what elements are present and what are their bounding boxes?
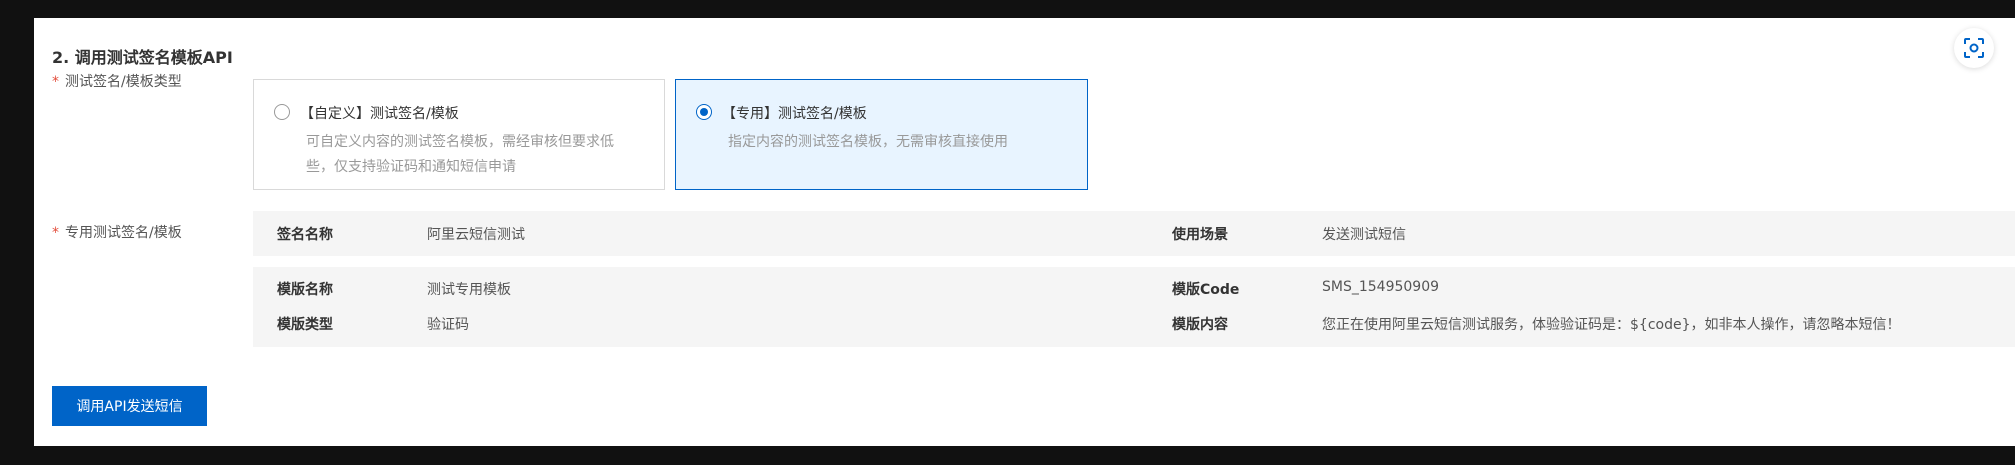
section-title: 2. 调用测试签名模板API: [52, 48, 233, 67]
scan-focus-icon: [1964, 38, 1984, 58]
required-mark-2: *: [52, 225, 59, 241]
option-dedicated-desc: 指定内容的测试签名模板，无需审核直接使用: [728, 130, 1008, 155]
scan-button[interactable]: [1954, 28, 1994, 68]
option-custom-desc-line1: 可自定义内容的测试签名模板，需经审核但要求低: [306, 134, 614, 150]
send-sms-button[interactable]: 调用API发送短信: [52, 386, 207, 426]
signature-info: 签名名称 阿里云短信测试 使用场景 发送测试短信: [253, 211, 2015, 256]
dedicated-label-text: 专用测试签名/模板: [65, 225, 182, 241]
type-label-text: 测试签名/模板类型: [65, 74, 182, 90]
dedicated-label: * 专用测试签名/模板: [52, 222, 182, 242]
template-content-key: 模版内容: [1172, 317, 1228, 333]
option-custom-desc: 可自定义内容的测试签名模板，需经审核但要求低 些，仅支持验证码和通知短信申请: [306, 130, 614, 180]
signature-name-value: 阿里云短信测试: [427, 227, 525, 243]
option-custom[interactable]: 【自定义】测试签名/模板 可自定义内容的测试签名模板，需经审核但要求低 些，仅支…: [253, 79, 665, 190]
option-dedicated-title: 【专用】测试签名/模板: [722, 106, 867, 122]
template-code-value: SMS_154950909: [1322, 279, 1440, 295]
template-info: 模版名称 测试专用模板 模版Code SMS_154950909 模版类型 验证…: [253, 267, 2015, 347]
option-dedicated-desc-line1: 指定内容的测试签名模板，无需审核直接使用: [728, 134, 1008, 150]
template-content-value: 您正在使用阿里云短信测试服务，体验验证码是：${code}，如非本人操作，请忽略…: [1322, 317, 1901, 333]
option-dedicated[interactable]: 【专用】测试签名/模板 指定内容的测试签名模板，无需审核直接使用: [675, 79, 1088, 190]
signature-name-key: 签名名称: [277, 227, 333, 243]
template-type-value: 验证码: [427, 317, 469, 333]
option-custom-title: 【自定义】测试签名/模板: [300, 106, 459, 122]
option-custom-desc-line2: 些，仅支持验证码和通知短信申请: [306, 159, 516, 175]
template-name-key: 模版名称: [277, 282, 333, 298]
template-name-value: 测试专用模板: [427, 282, 511, 298]
radio-custom[interactable]: [274, 104, 290, 120]
template-code-key: 模版Code: [1172, 282, 1240, 298]
required-mark: *: [52, 74, 59, 90]
signature-scene-value: 发送测试短信: [1322, 227, 1406, 243]
template-type-key: 模版类型: [277, 317, 333, 333]
radio-dedicated[interactable]: [696, 104, 712, 120]
content-panel: 2. 调用测试签名模板API * 测试签名/模板类型 【自定义】测试签名/模板 可…: [34, 18, 2015, 446]
signature-scene-key: 使用场景: [1172, 227, 1228, 243]
type-label: * 测试签名/模板类型: [52, 71, 182, 91]
